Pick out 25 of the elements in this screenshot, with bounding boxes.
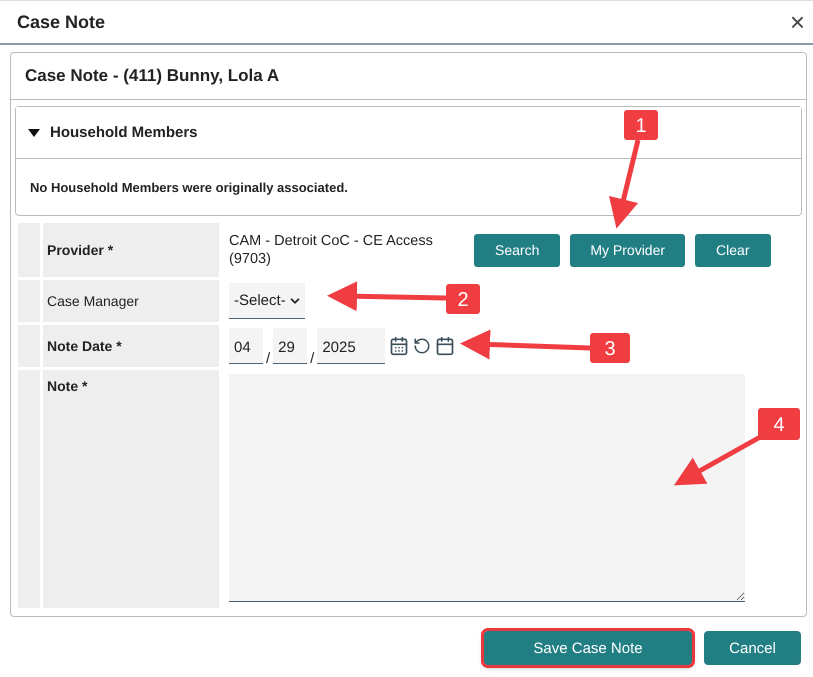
calendar-icon[interactable] <box>435 336 456 356</box>
search-button[interactable]: Search <box>474 234 560 266</box>
calendar-icon[interactable] <box>389 336 410 356</box>
caret-icon <box>28 128 40 136</box>
year-field[interactable]: 2025 <box>317 328 386 364</box>
dialog-title: Case Note <box>17 12 106 32</box>
clear-button[interactable]: Clear <box>695 234 771 266</box>
field-label: Provider * <box>43 223 219 277</box>
cancel-button[interactable]: Cancel <box>704 631 801 665</box>
save-case-note-button[interactable]: Save Case Note <box>484 631 692 665</box>
close-button[interactable]: × <box>790 9 805 35</box>
field-label: Case Manager <box>43 280 219 322</box>
provider-value: CAM - Detroit CoC - CE Access (9703) <box>229 232 434 268</box>
date-separator: / <box>310 350 314 367</box>
month-field[interactable]: 04 <box>229 328 263 364</box>
card-title: Case Note - (411) Bunny, Lola A <box>11 53 806 100</box>
day-field[interactable]: 29 <box>273 328 308 364</box>
household-message: No Household Members were originally associated. <box>29 178 349 197</box>
date-separator: / <box>266 350 270 367</box>
note-field[interactable] <box>229 374 745 602</box>
field-label: Note Date * <box>43 325 219 367</box>
reset-icon[interactable] <box>413 337 432 355</box>
case-manager-select[interactable]: -Select- <box>229 283 305 319</box>
my-provider-button[interactable]: My Provider <box>570 234 686 266</box>
field-label: Note * <box>43 370 219 608</box>
